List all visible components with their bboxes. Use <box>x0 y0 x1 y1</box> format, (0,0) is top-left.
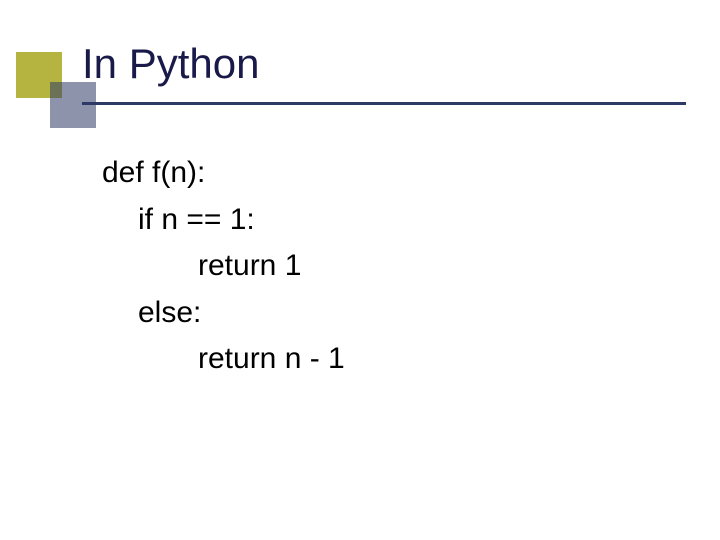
code-line-3: return 1 <box>102 243 345 290</box>
decor-box-navy <box>50 82 96 128</box>
code-line-4: else: <box>102 290 345 337</box>
code-line-2: if n == 1: <box>102 197 345 244</box>
slide-title: In Python <box>82 40 259 88</box>
code-line-1: def f(n): <box>102 150 345 197</box>
code-block: def f(n): if n == 1: return 1 else: retu… <box>102 150 345 383</box>
code-line-5: return n - 1 <box>102 336 345 383</box>
title-underline <box>82 102 686 105</box>
slide: In Python def f(n): if n == 1: return 1 … <box>0 0 720 540</box>
